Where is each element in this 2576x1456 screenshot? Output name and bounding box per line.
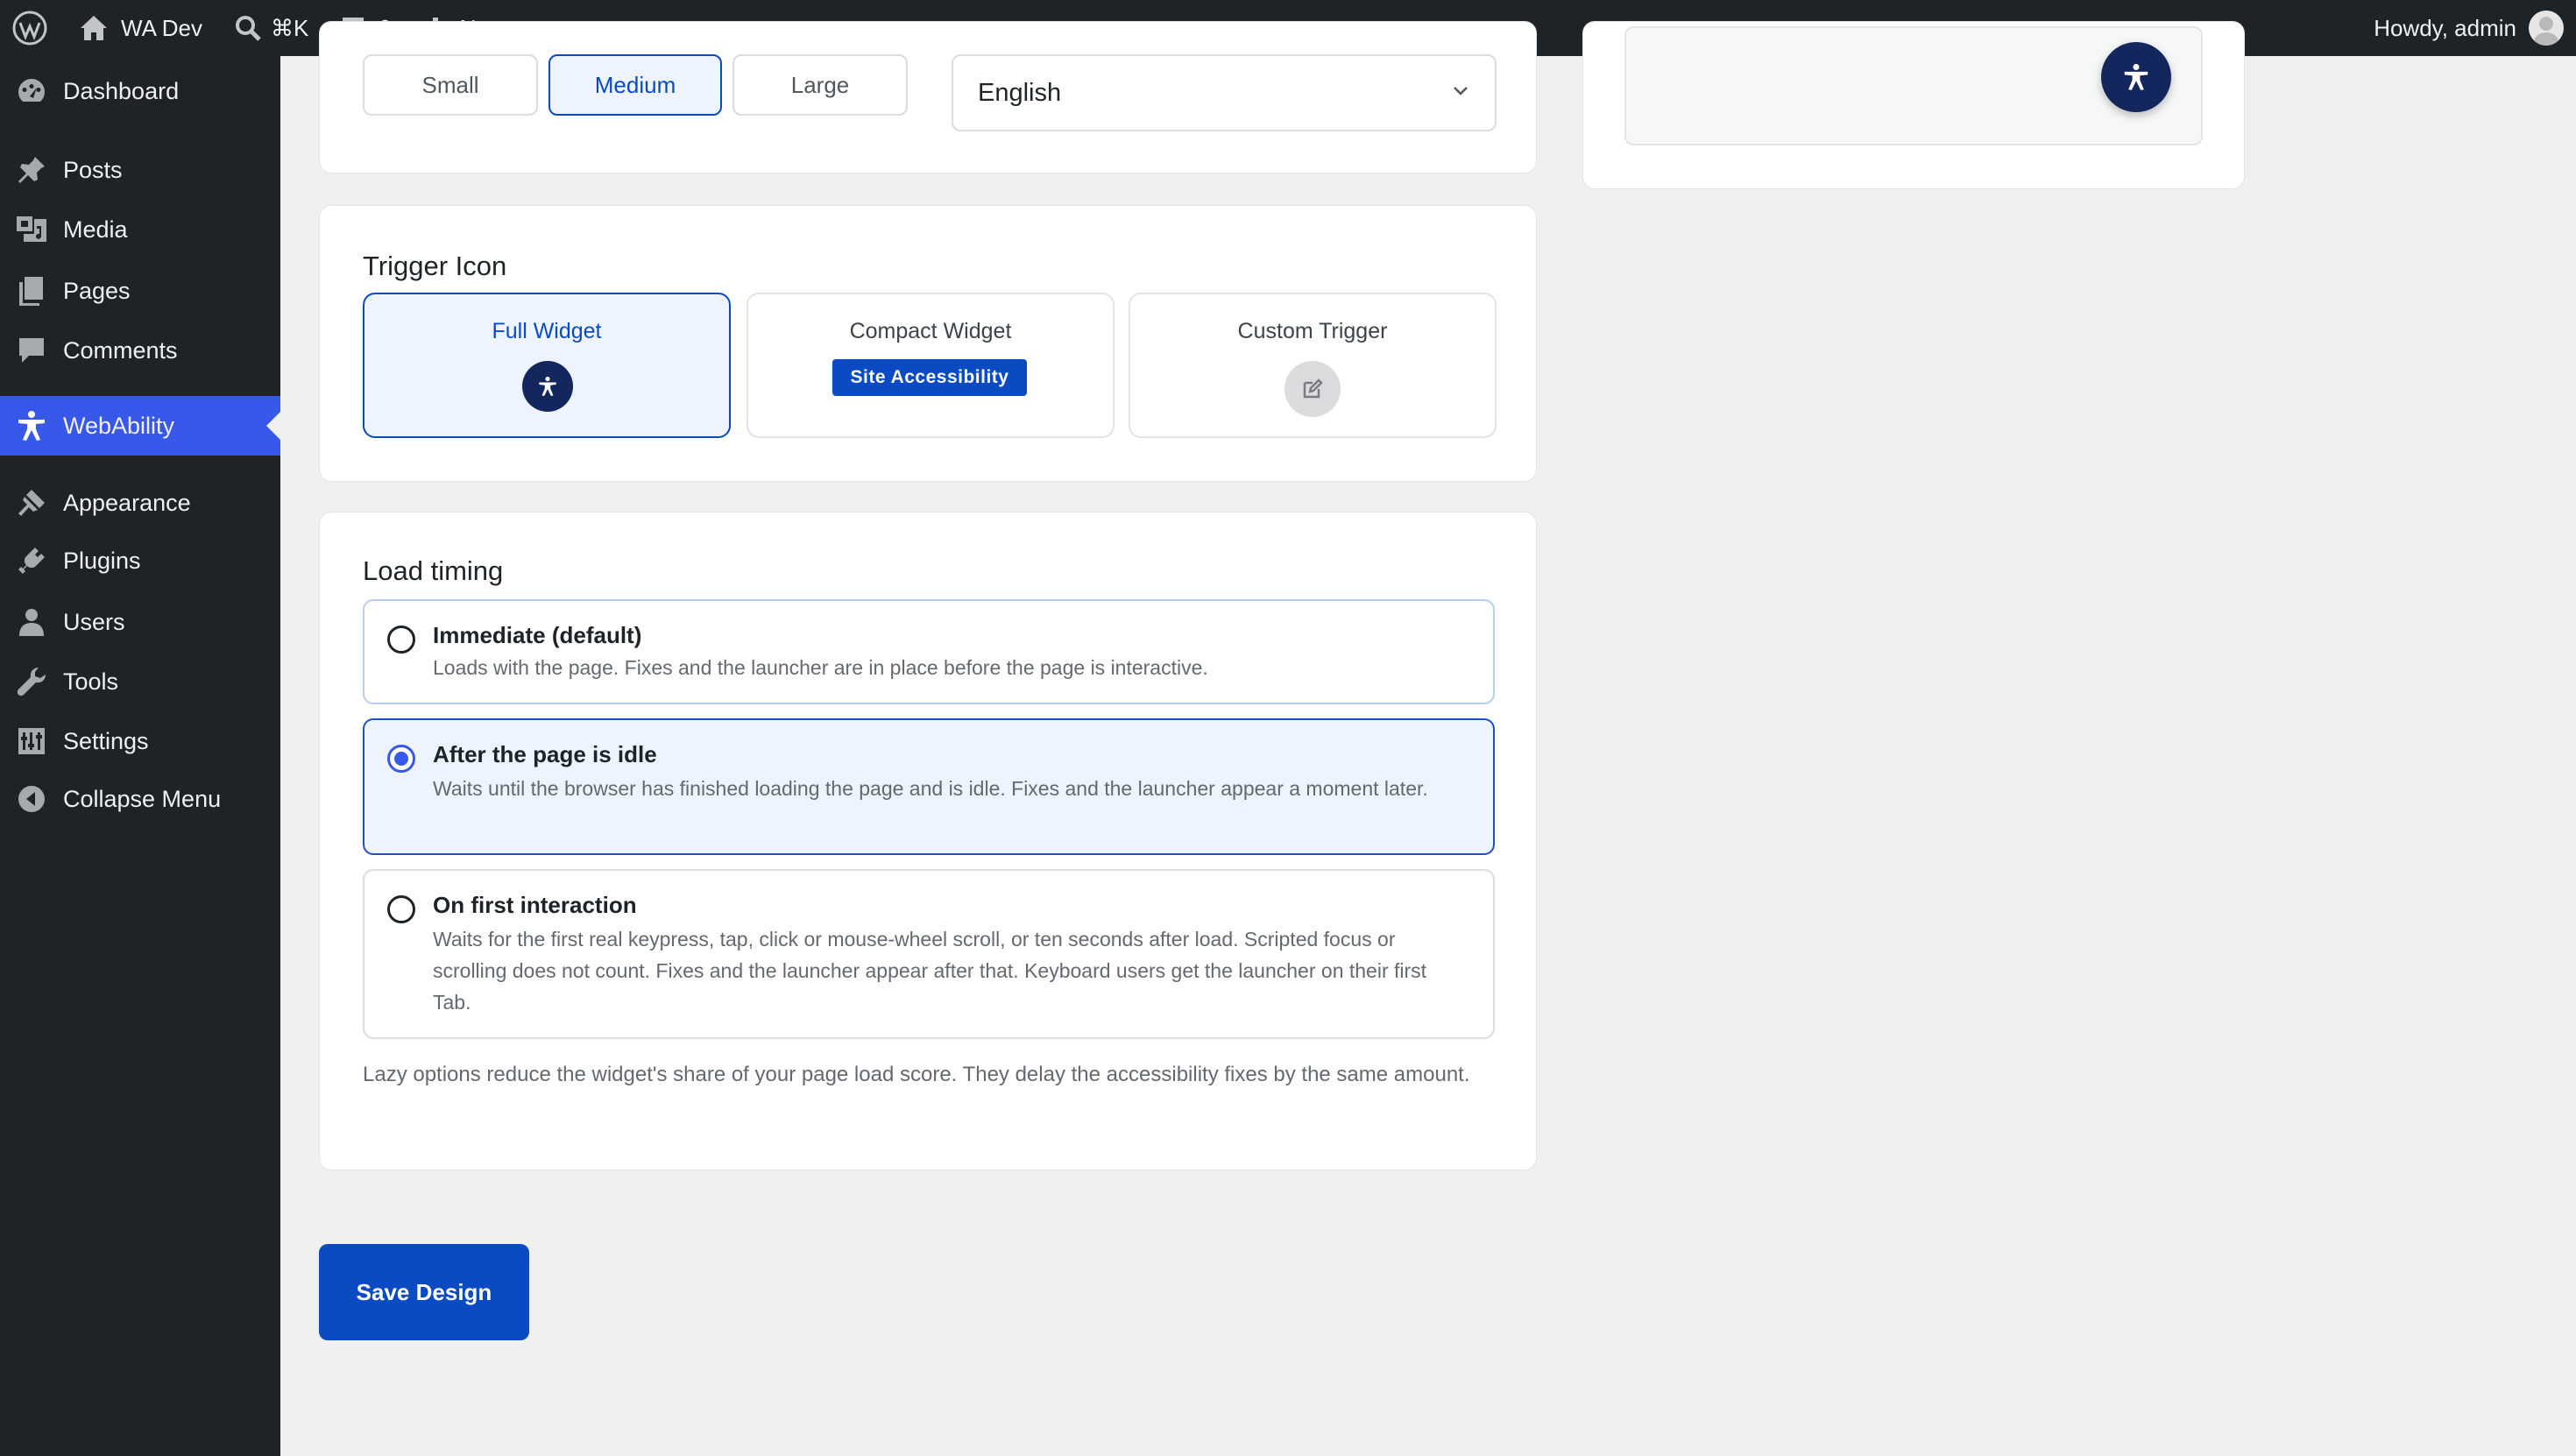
sidebar-item-webability[interactable]: WebAbility (0, 396, 280, 456)
load-timing-title: Load timing (363, 555, 504, 586)
size-large-button[interactable]: Large (732, 54, 908, 116)
sidebar-item-label: Posts (63, 156, 123, 183)
sidebar-item-media[interactable]: Media (0, 200, 280, 259)
sidebar-item-pages[interactable]: Pages (0, 261, 280, 321)
trigger-icon-title: Trigger Icon (363, 251, 507, 281)
load-timing-option-immediate[interactable]: Immediate (default) Loads with the page.… (363, 599, 1495, 704)
sidebar-item-label: Plugins (63, 547, 141, 574)
compact-widget-badge: Site Accessibility (832, 359, 1027, 396)
site-name: WA Dev (121, 14, 202, 41)
sidebar-item-label: Users (63, 608, 125, 635)
trigger-option-full-widget[interactable]: Full Widget (363, 293, 731, 438)
edit-icon (1303, 378, 1323, 399)
collapse-icon (18, 786, 45, 812)
custom-trigger-preview (1284, 361, 1341, 417)
sidebar-item-label: Comments (63, 336, 178, 364)
avatar (2529, 11, 2564, 46)
sidebar-item-label: Collapse Menu (63, 785, 222, 812)
sidebar-item-posts[interactable]: Posts (0, 140, 280, 200)
collapse-menu-button[interactable]: Collapse Menu (0, 769, 280, 829)
search-icon (235, 16, 261, 41)
brush-icon (18, 490, 45, 516)
command-search[interactable]: ⌘K (218, 0, 324, 56)
account-menu[interactable]: Howdy, admin (2374, 11, 2576, 46)
site-name-link[interactable]: WA Dev (63, 0, 218, 56)
sidebar-item-dashboard[interactable]: Dashboard (0, 61, 280, 121)
size-small-button[interactable]: Small (363, 54, 538, 116)
pages-icon (19, 277, 43, 306)
settings-icon (18, 728, 45, 754)
radio-button[interactable] (387, 626, 415, 654)
sidebar-item-label: Settings (63, 727, 149, 754)
trigger-option-label: Custom Trigger (1237, 319, 1388, 343)
trigger-option-custom-trigger[interactable]: Custom Trigger (1129, 293, 1497, 438)
admin-sidebar: Dashboard Posts Media Pages Comments Web… (0, 56, 280, 1456)
language-select[interactable]: English (952, 54, 1497, 131)
accessibility-icon (2124, 64, 2148, 90)
wordpress-logo-icon[interactable] (0, 0, 63, 56)
radio-button[interactable] (387, 745, 415, 773)
trigger-option-label: Full Widget (492, 319, 602, 343)
sidebar-item-appearance[interactable]: Appearance (0, 473, 280, 533)
search-shortcut: ⌘K (270, 14, 309, 41)
sidebar-item-label: Appearance (63, 489, 191, 516)
radio-option-title: On first interaction (433, 892, 637, 918)
trigger-option-label: Compact Widget (849, 319, 1012, 343)
save-design-button[interactable]: Save Design (319, 1244, 529, 1340)
full-widget-preview (522, 361, 573, 412)
load-timing-option-idle[interactable]: After the page is idle Waits until the b… (363, 718, 1495, 855)
user-icon (19, 609, 44, 636)
dashboard-icon (18, 79, 45, 102)
howdy-text: Howdy, admin (2374, 14, 2516, 41)
pin-icon (18, 157, 45, 183)
sidebar-item-users[interactable]: Users (0, 592, 280, 652)
accessibility-icon (18, 411, 45, 441)
radio-option-title: After the page is idle (433, 741, 657, 767)
sidebar-item-label: Pages (63, 277, 131, 304)
sidebar-item-label: WebAbility (63, 412, 175, 439)
size-medium-button[interactable]: Medium (548, 54, 722, 116)
sidebar-item-settings[interactable]: Settings (0, 711, 280, 771)
radio-option-title: Immediate (default) (433, 622, 642, 648)
language-value: English (978, 78, 1062, 107)
plugin-icon (18, 548, 45, 574)
sidebar-item-plugins[interactable]: Plugins (0, 531, 280, 590)
home-icon (81, 16, 107, 40)
accessibility-icon (539, 377, 556, 396)
sidebar-item-label: Dashboard (63, 77, 180, 104)
load-timing-option-first-interaction[interactable]: On first interaction Waits for the first… (363, 869, 1495, 1039)
chevron-down-icon (1454, 87, 1468, 95)
sidebar-item-tools[interactable]: Tools (0, 652, 280, 711)
radio-button[interactable] (387, 895, 415, 923)
load-timing-help-text: Lazy options reduce the widget's share o… (363, 1063, 1470, 1086)
wrench-icon (17, 667, 46, 696)
sidebar-item-label: Tools (63, 668, 119, 695)
radio-option-description: Waits for the first real keypress, tap, … (433, 928, 1427, 1014)
comment-icon (19, 338, 44, 363)
sidebar-item-label: Media (63, 216, 128, 243)
radio-option-description: Waits until the browser has finished loa… (433, 777, 1428, 800)
sidebar-item-comments[interactable]: Comments (0, 321, 280, 380)
trigger-option-compact-widget[interactable]: Compact Widget Site Accessibility (747, 293, 1115, 438)
preview-widget-launcher[interactable] (2101, 42, 2171, 112)
radio-option-description: Loads with the page. Fixes and the launc… (433, 656, 1208, 679)
media-icon (17, 216, 46, 242)
